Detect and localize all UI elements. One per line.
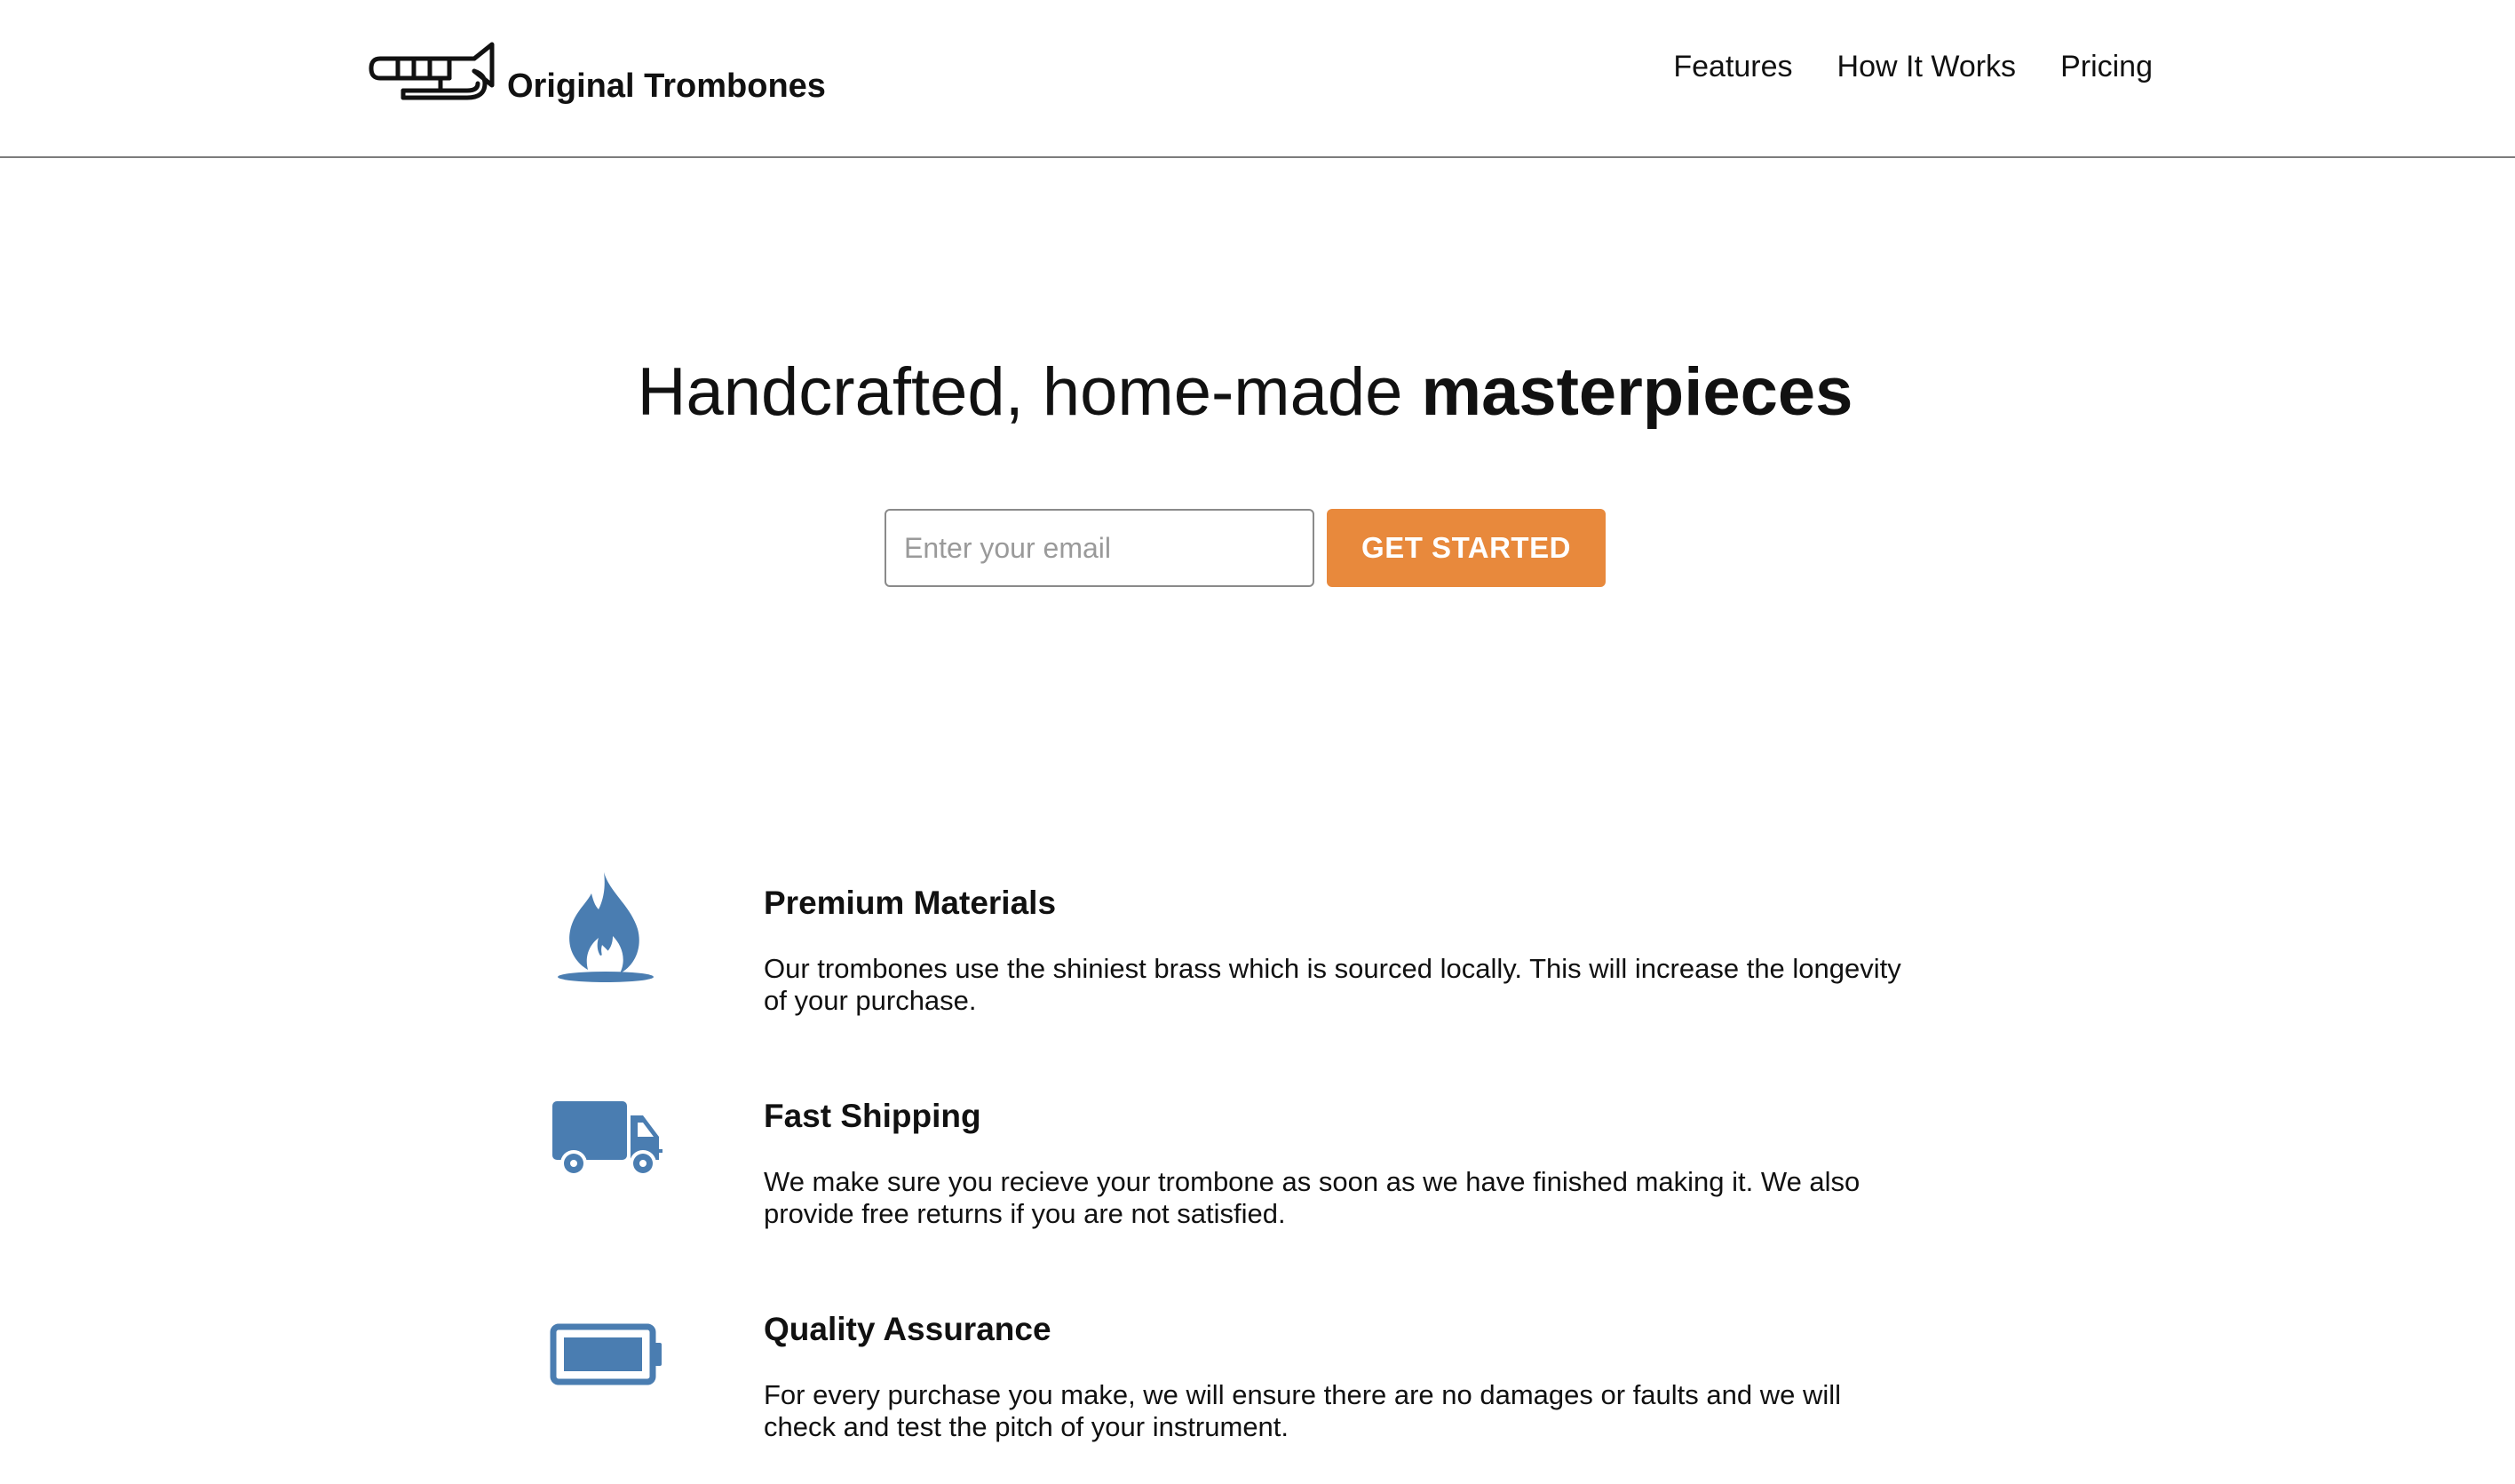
feature-item: Quality Assurance For every purchase you…: [545, 1297, 1966, 1474]
fire-icon: [558, 872, 654, 982]
feature-text: We make sure you recieve your trombone a…: [764, 1166, 1860, 1229]
site-header: Original Trombones Features How It Works…: [0, 0, 2515, 158]
feature-item: Premium Materials Our trombones use the …: [545, 870, 1966, 1048]
feature-body: Fast Shipping We make sure you recieve y…: [764, 1099, 1918, 1230]
feature-body: Quality Assurance For every purchase you…: [764, 1313, 1918, 1443]
nav-link-how-it-works[interactable]: How It Works: [1837, 52, 2017, 82]
feature-title: Premium Materials: [764, 885, 1057, 921]
brand-name: Original Trombones: [507, 67, 826, 105]
get-started-button[interactable]: GET STARTED: [1327, 509, 1606, 587]
feature-item: Fast Shipping We make sure you recieve y…: [545, 1083, 1966, 1261]
feature-text: For every purchase you make, we will ens…: [764, 1379, 1842, 1442]
feature-body: Premium Materials Our trombones use the …: [764, 886, 1918, 1017]
main-nav: Features How It Works Pricing: [1673, 52, 2153, 82]
hero-title-regular: Handcrafted, home-made: [637, 354, 1422, 430]
feature-text: Our trombones use the shiniest brass whi…: [764, 953, 1901, 1016]
nav-link-features[interactable]: Features: [1673, 52, 1792, 82]
nav-link-pricing[interactable]: Pricing: [2060, 52, 2153, 82]
hero-title: Handcrafted, home-made masterpieces: [0, 355, 2490, 430]
hero-section: Handcrafted, home-made masterpieces GET …: [0, 158, 2515, 691]
signup-form: GET STARTED: [885, 509, 1606, 587]
trombone-icon: [369, 42, 495, 100]
feature-title: Fast Shipping: [764, 1098, 981, 1134]
truck-icon: [552, 1101, 662, 1177]
feature-title: Quality Assurance: [764, 1311, 1051, 1347]
battery-icon: [550, 1323, 662, 1385]
hero-title-bold: masterpieces: [1421, 354, 1853, 430]
brand[interactable]: Original Trombones: [368, 32, 826, 107]
email-input[interactable]: [885, 509, 1314, 587]
